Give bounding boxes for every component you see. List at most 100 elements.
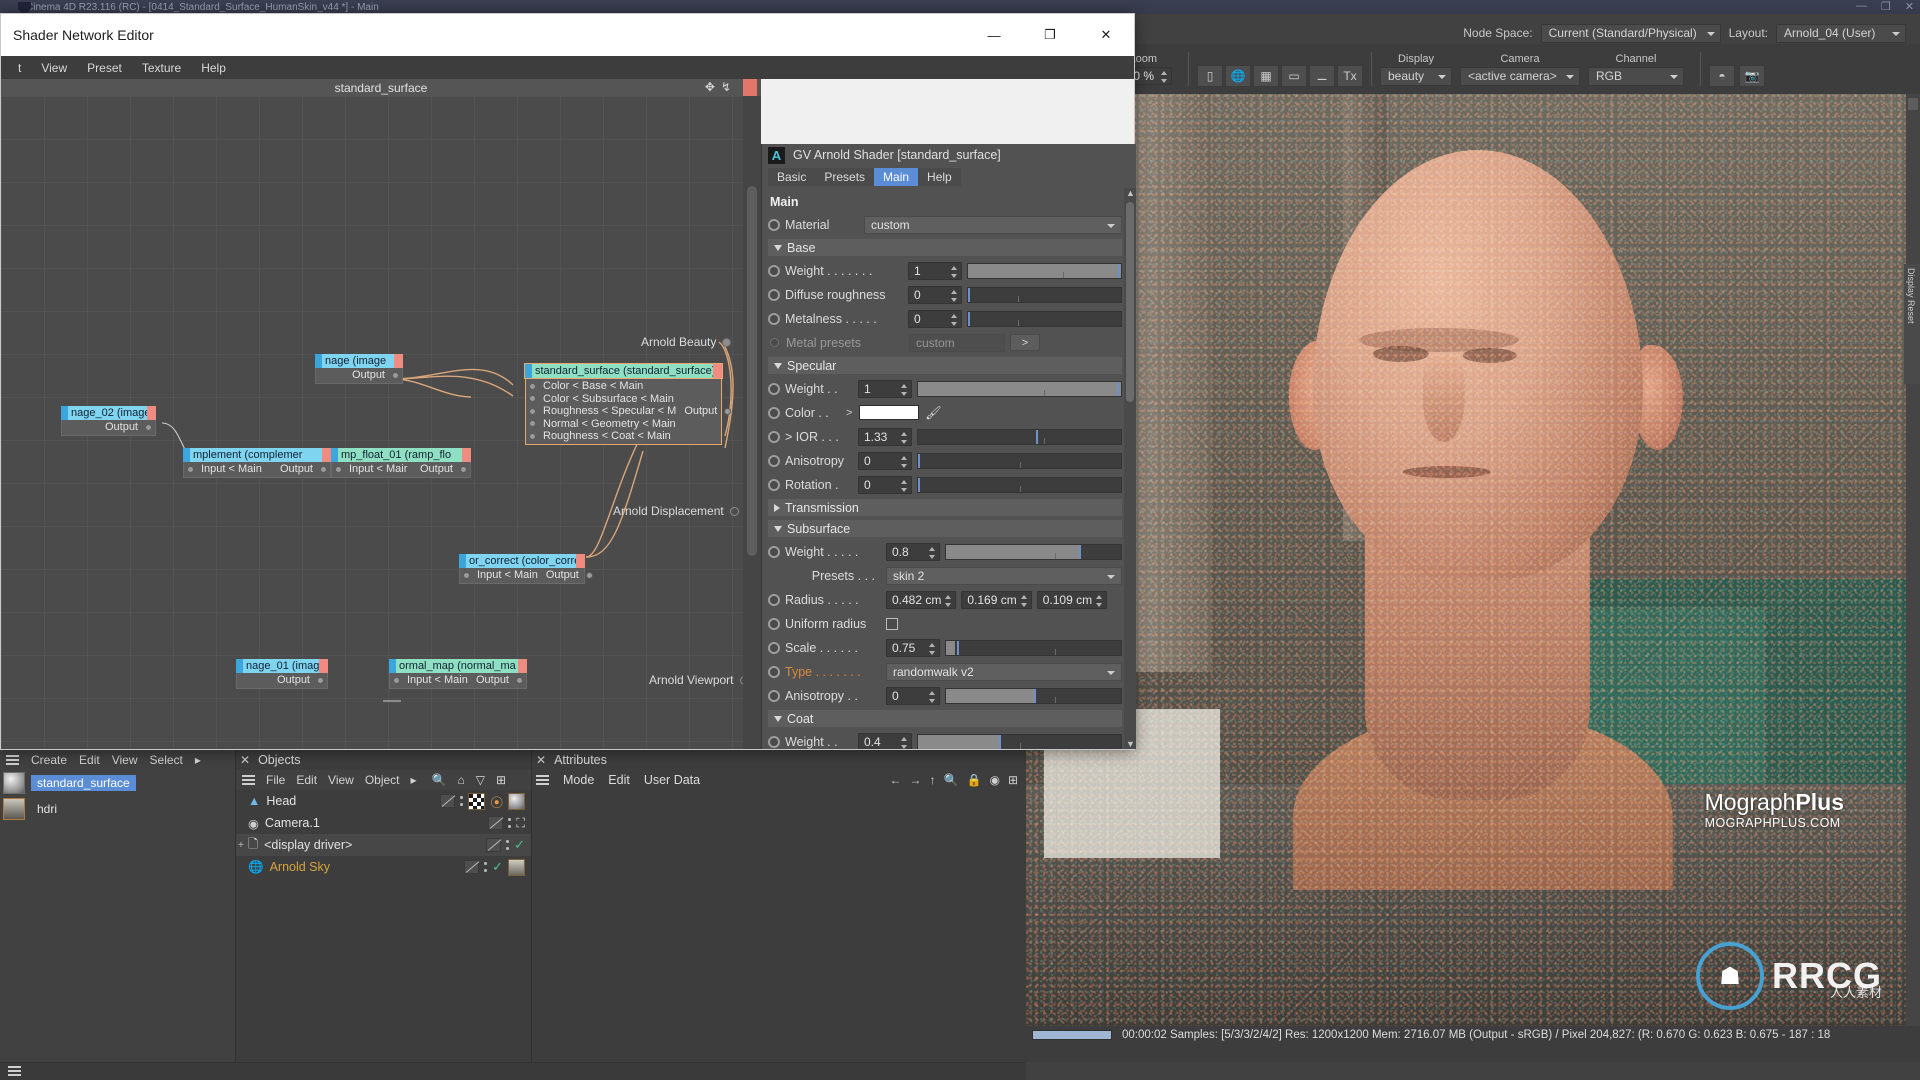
search-icon[interactable]: 🔍 [944, 773, 959, 787]
input-port[interactable] [187, 465, 194, 473]
expander-icon[interactable]: + [238, 840, 244, 851]
stepper[interactable] [929, 546, 936, 559]
material-manager-menu[interactable]: Create Edit View Select ▸ [0, 750, 235, 770]
node-color-correct[interactable]: or_correct (color_corre Input < Main Out… [459, 554, 593, 584]
radio-icon[interactable] [768, 312, 780, 325]
radio-icon[interactable] [768, 735, 780, 748]
objects-menu-edit[interactable]: Edit [296, 773, 317, 787]
app-close-button[interactable]: ✕ [1905, 0, 1914, 13]
radio-icon[interactable] [768, 665, 780, 678]
value-field[interactable]: 1 [858, 379, 912, 398]
tx-icon[interactable]: Tx [1337, 65, 1363, 87]
param-subsurface-radius[interactable]: Radius . . . . . 0.482 cm 0.169 cm 0.109… [768, 589, 1122, 610]
slider[interactable] [917, 476, 1122, 493]
node-row[interactable]: Output [237, 674, 327, 687]
output-port[interactable] [585, 571, 593, 579]
dots-icon[interactable] [506, 838, 510, 852]
radio-icon[interactable] [768, 593, 780, 606]
object-row-head[interactable]: ▲ Head ⦿ [236, 790, 531, 812]
output-port[interactable] [460, 465, 467, 473]
graph-output-arnold-beauty[interactable]: Arnold Beauty [641, 335, 732, 349]
tab-main[interactable]: Main [874, 168, 919, 186]
node-space-select[interactable]: Current (Standard/Physical) [1540, 23, 1721, 43]
radio-icon[interactable] [768, 406, 780, 419]
value-field[interactable]: 0.8 [886, 542, 940, 561]
radius-x-field[interactable]: 0.482 cm [886, 590, 957, 609]
shader-editor-close-button[interactable]: ✕ [1078, 14, 1134, 56]
slider[interactable] [967, 310, 1122, 327]
material-item[interactable]: hdri [0, 796, 235, 822]
texture-tag-icon[interactable] [468, 792, 486, 810]
slider[interactable] [945, 639, 1122, 656]
output-port[interactable] [145, 423, 152, 431]
chevron-right-icon[interactable] [774, 503, 780, 512]
stepper[interactable] [1096, 594, 1103, 607]
stepper[interactable] [901, 479, 908, 492]
attributes-menu-mode[interactable]: Mode [563, 773, 594, 787]
node-ramp-float-01[interactable]: mp_float_01 (ramp_flo Input < Mair Outpu… [331, 448, 471, 478]
menu-item-view[interactable]: View [32, 59, 76, 77]
param-material[interactable]: Material custom [768, 214, 1122, 235]
value-field[interactable]: 0 [908, 285, 962, 304]
node-row[interactable]: Input < Mair Output [332, 463, 470, 476]
dots-icon[interactable] [484, 860, 488, 874]
node-row[interactable]: Color < Base < Main [526, 380, 721, 393]
node-standard-surface[interactable]: standard_surface (standard_surface) Colo… [525, 364, 732, 445]
slider[interactable] [945, 543, 1122, 560]
object-tags[interactable]: ✓ [464, 858, 525, 876]
visibility-dots-icon[interactable] [464, 860, 480, 874]
group-header-transmission[interactable]: Transmission [768, 499, 1122, 516]
visibility-dots-icon[interactable] [440, 794, 456, 808]
node-row[interactable]: Output [62, 421, 155, 434]
graph-output-arnold-viewport[interactable]: Arnold Viewport [649, 673, 743, 687]
chevron-right-icon[interactable]: > [846, 407, 852, 419]
objects-menu-object[interactable]: Object [365, 773, 400, 787]
param-metalness[interactable]: Metalness . . . . . 0 [768, 308, 1122, 329]
stepper[interactable] [951, 289, 958, 302]
object-tags[interactable]: ⛶ [488, 816, 525, 831]
material-select[interactable]: custom [864, 215, 1122, 234]
param-specular-color[interactable]: Color . . > 🖌 [768, 402, 1122, 423]
shader-editor-window-buttons[interactable]: — ❐ ✕ [966, 14, 1134, 56]
scrollbar-thumb[interactable] [1126, 202, 1134, 402]
radius-y-field[interactable]: 0.169 cm [961, 590, 1032, 609]
attributes-toolbar-icons[interactable]: ← → ↑ 🔍 🔒 ◉ ⊞ [890, 773, 1018, 787]
node-image-02[interactable]: nage_02 (image Output [61, 406, 156, 436]
param-subsurface-anisotropy[interactable]: Anisotropy . . 0 [768, 685, 1122, 706]
input-port[interactable] [529, 395, 536, 403]
sky-tag-icon[interactable] [508, 858, 525, 876]
shader-editor-minimize-button[interactable]: — [966, 14, 1022, 56]
graph-output-arnold-displacement[interactable]: Arnold Displacement [613, 504, 739, 518]
arnold-tag-icon[interactable]: ⦿ [490, 792, 503, 811]
value-field[interactable]: 0 [886, 686, 940, 705]
input-port[interactable] [335, 465, 342, 473]
hamburger-icon[interactable] [6, 755, 19, 765]
camera-icon[interactable]: 📷 [1739, 65, 1765, 87]
node-graph-header-icons[interactable]: ✥ ↯ [705, 80, 731, 94]
radio-icon[interactable] [768, 478, 780, 491]
node-row[interactable]: Color < Subsurface < Main [526, 393, 721, 406]
menu-item-preset[interactable]: Preset [78, 59, 131, 77]
pill-icon[interactable]: ⚊ [1309, 65, 1335, 87]
param-specular-ior[interactable]: > IOR . . . 1.33 [768, 426, 1122, 447]
render-image[interactable]: MographPlus MOGRAPHPLUS.COM ☗ RRCG 人人素材 [1026, 94, 1906, 1026]
group-header-base[interactable]: Base [768, 239, 1122, 256]
material-menu-view[interactable]: View [112, 753, 138, 767]
node-normal-map[interactable]: ormal_map (normal_ma Input < Main Output [389, 659, 527, 689]
radio-icon[interactable] [768, 454, 780, 467]
material-menu-create[interactable]: Create [31, 753, 67, 767]
group-header-coat[interactable]: Coat [768, 710, 1122, 727]
radio-icon[interactable] [768, 264, 780, 277]
object-tags[interactable]: ✓ [486, 837, 525, 853]
scroll-up-icon[interactable]: ▲ [1126, 188, 1135, 198]
color-swatch[interactable] [859, 405, 920, 420]
objects-menu-view[interactable]: View [328, 773, 354, 787]
radio-icon[interactable] [768, 641, 780, 654]
radio-icon[interactable] [768, 430, 780, 443]
move-icon[interactable]: ✥ [705, 80, 715, 94]
search-icon[interactable]: 🔍 [432, 773, 447, 787]
arnold-tabs[interactable]: Basic Presets Main Help [762, 166, 1136, 186]
input-port[interactable] [529, 432, 536, 440]
close-icon[interactable]: ✕ [240, 753, 250, 767]
input-port[interactable] [529, 382, 536, 390]
